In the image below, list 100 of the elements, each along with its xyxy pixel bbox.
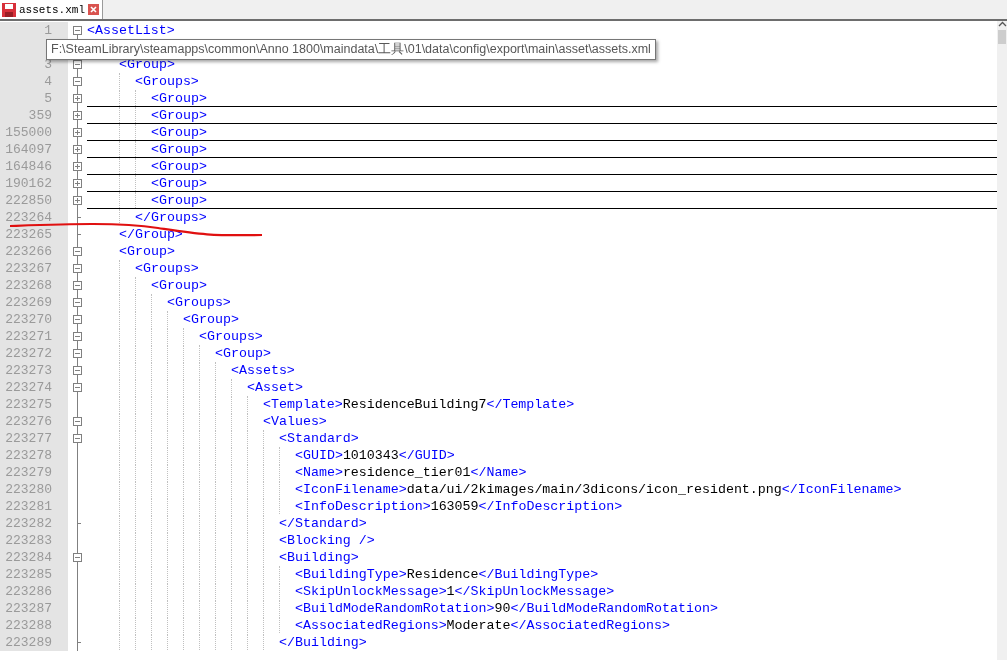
line-number: 223271 (0, 328, 68, 345)
line-number: 155000 (0, 124, 68, 141)
line-number: 223273 (0, 362, 68, 379)
expand-icon[interactable] (73, 179, 82, 188)
line-number: 223268 (0, 277, 68, 294)
collapse-icon[interactable] (73, 60, 82, 69)
fold-end-marker (77, 523, 81, 524)
code-line: <GUID>1010343</GUID> (295, 447, 455, 463)
collapse-icon[interactable] (73, 281, 82, 290)
code-line: <Group> (151, 90, 207, 106)
code-line: <Values> (263, 413, 327, 429)
scrollbar[interactable] (997, 21, 1007, 660)
code-line: <AssociatedRegions>Moderate</AssociatedRegions> (295, 617, 671, 633)
code-line: <Group> (151, 107, 207, 123)
code-line: <SkipUnlockMessage>1</SkipUnlockMessage> (295, 583, 615, 599)
collapse-icon[interactable] (73, 383, 82, 392)
line-number: 223265 (0, 226, 68, 243)
file-path-tooltip: F:\SteamLibrary\steamapps\common\Anno 1800\maindata\工具\01\data\config\export\main\asset\assets.xml (46, 39, 656, 60)
code-line: <Group> (151, 124, 207, 140)
collapse-icon[interactable] (73, 417, 82, 426)
line-number: 223269 (0, 294, 68, 311)
file-tab[interactable]: assets.xml (0, 0, 103, 19)
line-number: 222850 (0, 192, 68, 209)
line-number: 223275 (0, 396, 68, 413)
fold-end-marker (77, 642, 81, 643)
expand-icon[interactable] (73, 128, 82, 137)
code-line: <AssetList> (87, 22, 175, 38)
code-line: <Groups> (167, 294, 231, 310)
code-line: <InfoDescription>163059</InfoDescription> (295, 498, 623, 514)
code-line: <IconFilename>data/ui/2kimages/main/3dicons/icon_resident.png</IconFilename> (295, 481, 902, 497)
line-number: 190162 (0, 175, 68, 192)
line-number: 164846 (0, 158, 68, 175)
line-number: 223289 (0, 634, 68, 651)
collapse-icon[interactable] (73, 366, 82, 375)
code-line: <Template>ResidenceBuilding7</Template> (263, 396, 575, 412)
collapse-icon[interactable] (73, 434, 82, 443)
line-number: 164097 (0, 141, 68, 158)
collapse-icon[interactable] (73, 264, 82, 273)
line-number: 223287 (0, 600, 68, 617)
collapse-icon[interactable] (73, 77, 82, 86)
line-number: 223280 (0, 481, 68, 498)
code-line: <Group> (151, 158, 207, 174)
expand-icon[interactable] (73, 145, 82, 154)
collapse-icon[interactable] (73, 553, 82, 562)
code-line: <BuildingType>Residence</BuildingType> (295, 566, 599, 582)
collapse-icon[interactable] (73, 332, 82, 341)
line-number: 223281 (0, 498, 68, 515)
line-number: 223266 (0, 243, 68, 260)
close-icon[interactable] (88, 4, 99, 15)
code-line: <Asset> (247, 379, 303, 395)
save-icon (2, 2, 16, 17)
line-number: 223282 (0, 515, 68, 532)
code-line: <Name>residence_tier01</Name> (295, 464, 527, 480)
collapse-icon[interactable] (73, 247, 82, 256)
expand-icon[interactable] (73, 162, 82, 171)
line-number: 223276 (0, 413, 68, 430)
code-line: <Standard> (279, 430, 359, 446)
line-number: 223286 (0, 583, 68, 600)
line-number: 223274 (0, 379, 68, 396)
expand-icon[interactable] (73, 94, 82, 103)
line-number: 1 (0, 22, 68, 39)
collapse-icon[interactable] (73, 26, 82, 35)
code-line: <Groups> (135, 73, 199, 89)
expand-icon[interactable] (73, 111, 82, 120)
line-number: 223285 (0, 566, 68, 583)
line-number: 223279 (0, 464, 68, 481)
scroll-thumb[interactable] (998, 30, 1006, 44)
expand-icon[interactable] (73, 196, 82, 205)
fold-end-marker (77, 234, 81, 235)
code-line: <BuildModeRandomRotation>90</BuildModeRandomRotation> (295, 600, 718, 616)
code-line: </Standard> (279, 515, 367, 531)
line-number: 4 (0, 73, 68, 90)
code-line: </Group> (119, 226, 183, 242)
line-number: 223267 (0, 260, 68, 277)
line-number: 5 (0, 90, 68, 107)
line-number: 223277 (0, 430, 68, 447)
code-line: <Groups> (135, 260, 199, 276)
scroll-up-icon[interactable] (997, 21, 1007, 28)
line-number: 223272 (0, 345, 68, 362)
code-line: <Groups> (199, 328, 263, 344)
code-line: <Blocking /> (279, 532, 375, 548)
line-number: 223288 (0, 617, 68, 634)
line-number: 223278 (0, 447, 68, 464)
code-line: <Group> (151, 192, 207, 208)
code-line: <Group> (151, 277, 207, 293)
code-line: <Group> (151, 141, 207, 157)
collapse-icon[interactable] (73, 315, 82, 324)
code-line: <Group> (183, 311, 239, 327)
line-number: 223284 (0, 549, 68, 566)
code-line: <Building> (279, 549, 359, 565)
code-line: <Assets> (231, 362, 295, 378)
fold-end-marker (77, 217, 81, 218)
code-line: </Groups> (135, 209, 207, 225)
line-number: 223270 (0, 311, 68, 328)
collapse-icon[interactable] (73, 349, 82, 358)
collapse-icon[interactable] (73, 298, 82, 307)
code-line: </Building> (279, 634, 367, 650)
code-line: <Group> (215, 345, 271, 361)
code-line: <Group> (119, 243, 175, 259)
line-number: 223283 (0, 532, 68, 549)
